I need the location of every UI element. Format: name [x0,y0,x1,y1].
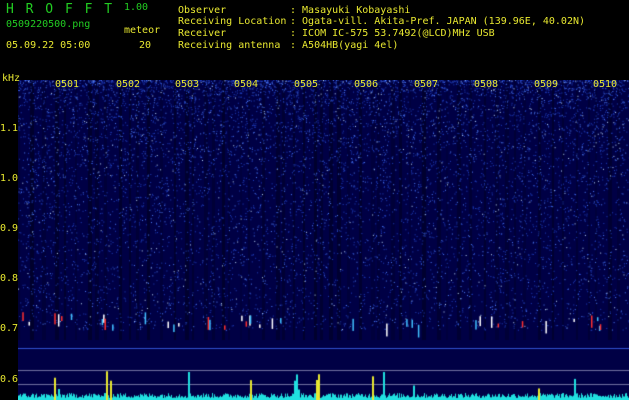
x-tick-label: 0508 [474,79,499,90]
location-label: Receiving Location [178,16,287,27]
y-tick-label: 0.8 [0,273,19,284]
receiver-label: Receiver [178,28,227,39]
file-name: 0509220500.png [6,19,91,30]
meteor-count-value: 20 [139,40,152,51]
y-axis-unit: kHz [2,73,21,84]
x-tick-label: 0509 [534,79,559,90]
meteor-count-label: meteor [124,25,161,36]
y-tick-label: 0.6 [0,374,19,385]
app-version: 1.00 [124,2,149,13]
spectrogram-canvas [18,80,629,400]
y-tick-label: 0.7 [0,323,19,334]
x-tick-label: 0502 [116,79,141,90]
antenna-value: : A504HB(yagi 4el) [290,40,399,51]
x-tick-label: 0504 [234,79,259,90]
app-title: H R O F F T [6,2,115,17]
observer-label: Observer [178,5,227,16]
hroff-window: H R O F F T 1.00 0509220500.png meteor 0… [0,0,629,400]
x-tick-label: 0507 [414,79,439,90]
y-tick-label: 0.9 [0,223,19,234]
x-tick-label: 0510 [593,79,618,90]
x-tick-label: 0505 [294,79,319,90]
date-time: 05.09.22 05:00 [6,40,91,51]
x-tick-label: 0501 [55,79,80,90]
y-tick-label: 1.1 [0,123,19,134]
x-tick-label: 0506 [354,79,379,90]
location-value: : Ogata-vill. Akita-Pref. JAPAN (139.96E… [290,16,586,27]
observer-value: : Masayuki Kobayashi [290,5,411,16]
receiver-value: : ICOM IC-575 53.7492(@LCD)MHz USB [290,28,495,39]
antenna-label: Receiving antenna [178,40,281,51]
spectrogram-plot [18,80,629,400]
y-tick-label: 1.0 [0,173,19,184]
x-tick-label: 0503 [175,79,200,90]
